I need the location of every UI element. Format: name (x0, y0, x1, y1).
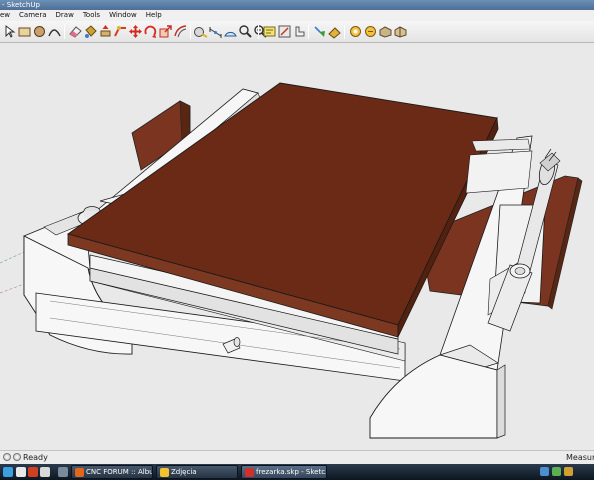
scale-icon[interactable] (158, 24, 173, 39)
offset-icon[interactable] (173, 24, 188, 39)
toolbar-separator (64, 25, 65, 39)
window-title: - SketchUp (2, 1, 40, 9)
circle-icon[interactable] (32, 24, 47, 39)
main-toolbar (0, 21, 594, 43)
quick-launch-icon[interactable] (16, 467, 26, 477)
toolbar-separator (190, 25, 191, 39)
toolbar-separator (308, 25, 309, 39)
system-tray (540, 467, 573, 476)
model-viewport[interactable] (0, 43, 594, 450)
text-icon[interactable] (238, 24, 253, 39)
position-camera-icon[interactable] (393, 24, 408, 39)
rectangle-icon[interactable] (17, 24, 32, 39)
move-icon[interactable] (128, 24, 143, 39)
taskbar-item-sketchup[interactable]: frezarka.skp - Sketc... (241, 465, 327, 479)
menu-view[interactable]: ew (0, 10, 15, 21)
tray-icon[interactable] (552, 467, 561, 476)
eraser-icon[interactable] (68, 24, 83, 39)
menu-camera[interactable]: Camera (15, 10, 51, 21)
sketchup-icon (245, 468, 254, 477)
taskbar-item-label: Zdjęcia (171, 468, 197, 476)
window-title-bar: - SketchUp (0, 0, 594, 10)
credits-icon[interactable] (13, 453, 21, 461)
geolocation-icon[interactable] (3, 453, 11, 461)
folder-icon (160, 468, 169, 477)
orbit-icon[interactable] (277, 24, 292, 39)
taskbar-item-cnc-forum[interactable]: CNC FORUM :: Albu... (71, 465, 153, 479)
taskbar-item-zdjecia[interactable]: Zdjęcia (156, 465, 238, 479)
firefox-icon (75, 468, 84, 477)
windows-taskbar: CNC FORUM :: Albu... Zdjęcia frezarka.sk… (0, 464, 594, 480)
quick-launch-icon[interactable] (58, 467, 68, 477)
3d-text-icon[interactable] (262, 24, 277, 39)
arc-icon[interactable] (47, 24, 62, 39)
status-text: Ready (23, 453, 48, 462)
start-orb-icon[interactable] (3, 467, 13, 477)
menu-help[interactable]: Help (142, 10, 167, 21)
toolbar-separator (344, 25, 345, 39)
paint-bucket-icon[interactable] (83, 24, 98, 39)
menu-window[interactable]: Window (105, 10, 142, 21)
select-icon[interactable] (2, 24, 17, 39)
zoom-icon[interactable] (312, 24, 327, 39)
status-bar: Ready Measure (0, 450, 594, 464)
toolbar-separator (258, 25, 259, 39)
push-pull-icon[interactable] (98, 24, 113, 39)
quick-launch-icon[interactable] (28, 467, 38, 477)
status-icons (3, 453, 21, 461)
dimension-icon[interactable] (208, 24, 223, 39)
taskbar-item-label: frezarka.skp - Sketc... (256, 468, 327, 476)
cnc-model-drawing (0, 82, 583, 439)
tape-measure-icon[interactable] (193, 24, 208, 39)
section-plane-icon[interactable] (348, 24, 363, 39)
follow-me-icon[interactable] (113, 24, 128, 39)
zoom-extents-icon[interactable] (327, 24, 342, 39)
pan-icon[interactable] (292, 24, 307, 39)
tray-icon[interactable] (564, 467, 573, 476)
menu-tools[interactable]: Tools (79, 10, 105, 21)
protractor-icon[interactable] (223, 24, 238, 39)
menu-bar: ew Camera Draw Tools Window Help (0, 10, 594, 21)
look-around-icon[interactable] (378, 24, 393, 39)
menu-draw[interactable]: Draw (52, 10, 79, 21)
quick-launch-icon[interactable] (40, 467, 50, 477)
taskbar-item-label: CNC FORUM :: Albu... (86, 468, 153, 476)
rotate-icon[interactable] (143, 24, 158, 39)
tray-icon[interactable] (540, 467, 549, 476)
measurements-label: Measure (566, 453, 594, 462)
walkthrough-icon[interactable] (363, 24, 378, 39)
